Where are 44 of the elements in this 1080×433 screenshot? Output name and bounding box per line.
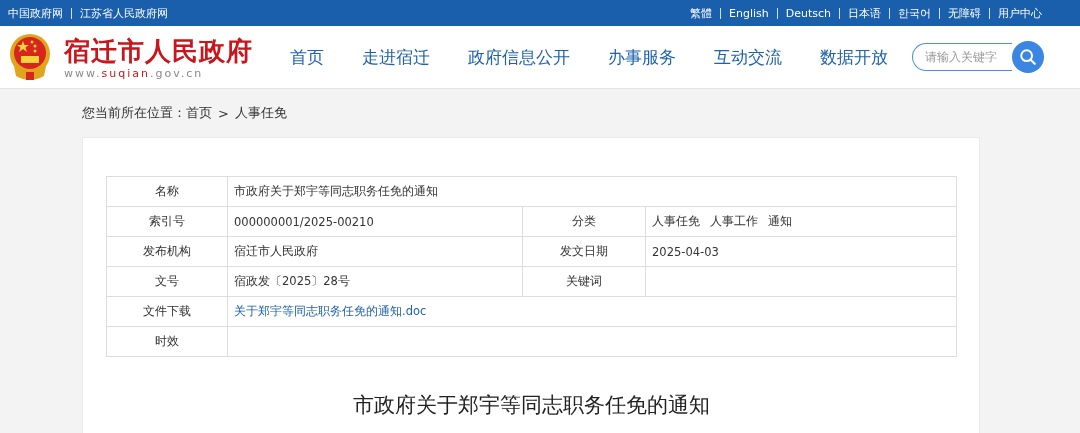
- nav-item[interactable]: 首页: [290, 45, 324, 69]
- nav-item[interactable]: 数据开放: [820, 45, 888, 69]
- table-label-cell: 关键词: [522, 266, 646, 297]
- table-label-cell: 文号: [106, 266, 228, 297]
- nav-item[interactable]: 办事服务: [608, 45, 676, 69]
- search-button[interactable]: [1012, 41, 1044, 73]
- table-value-cell: 宿迁市人民政府: [227, 236, 523, 267]
- category-text: 人事任免: [652, 214, 700, 228]
- site-name: 宿迁市人民政府: [64, 34, 253, 67]
- top-link[interactable]: 中国政府网: [8, 5, 63, 21]
- table-label-cell: 发布机构: [106, 236, 228, 267]
- category-text: 通知: [768, 214, 792, 228]
- table-label-cell: 名称: [106, 176, 228, 207]
- table-value-cell: 2025-04-03: [645, 236, 957, 267]
- site-url: www.suqian.gov.cn: [64, 66, 205, 80]
- search-field[interactable]: 请输入关键字: [912, 43, 1012, 71]
- emblem-icon: [8, 32, 52, 82]
- top-link[interactable]: 日本语: [848, 5, 881, 21]
- breadcrumb-link[interactable]: 人事任免: [234, 104, 287, 122]
- breadcrumb-link[interactable]: 首页: [186, 104, 212, 122]
- table-label-cell: 索引号: [106, 206, 228, 237]
- breadcrumb-separator: >: [218, 105, 229, 121]
- nav-item[interactable]: 互动交流: [714, 45, 782, 69]
- table-value-cell: 000000001/2025-00210: [227, 206, 523, 237]
- top-link[interactable]: English: [729, 6, 769, 20]
- top-link[interactable]: 无障碍: [948, 5, 981, 21]
- table-label-cell: 分类: [522, 206, 646, 237]
- top-link[interactable]: 繁體: [690, 5, 712, 21]
- top-link[interactable]: 한국어: [898, 5, 931, 21]
- category-text: 人事工作: [710, 214, 758, 228]
- table-label-cell: 文件下载: [106, 296, 228, 327]
- table-label-cell: 发文日期: [522, 236, 646, 267]
- table-label-cell: 时效: [106, 326, 228, 357]
- nav-item[interactable]: 走进宿迁: [362, 45, 430, 69]
- article-title: 市政府关于郑宇等同志职务任免的通知: [351, 392, 711, 419]
- top-link[interactable]: 江苏省人民政府网: [80, 5, 168, 21]
- top-link[interactable]: 用户中心: [998, 5, 1042, 21]
- download-link[interactable]: 关于郑宇等同志职务任免的通知.doc: [234, 304, 427, 318]
- search-icon: [1019, 48, 1037, 66]
- breadcrumb-label: 您当前所在位置：: [82, 104, 186, 122]
- table-value-cell: 宿政发〔2025〕28号: [227, 266, 523, 297]
- top-link[interactable]: Deutsch: [785, 6, 831, 20]
- table-value-cell: 市政府关于郑宇等同志职务任免的通知: [227, 176, 957, 207]
- nav-item[interactable]: 政府信息公开: [468, 45, 570, 69]
